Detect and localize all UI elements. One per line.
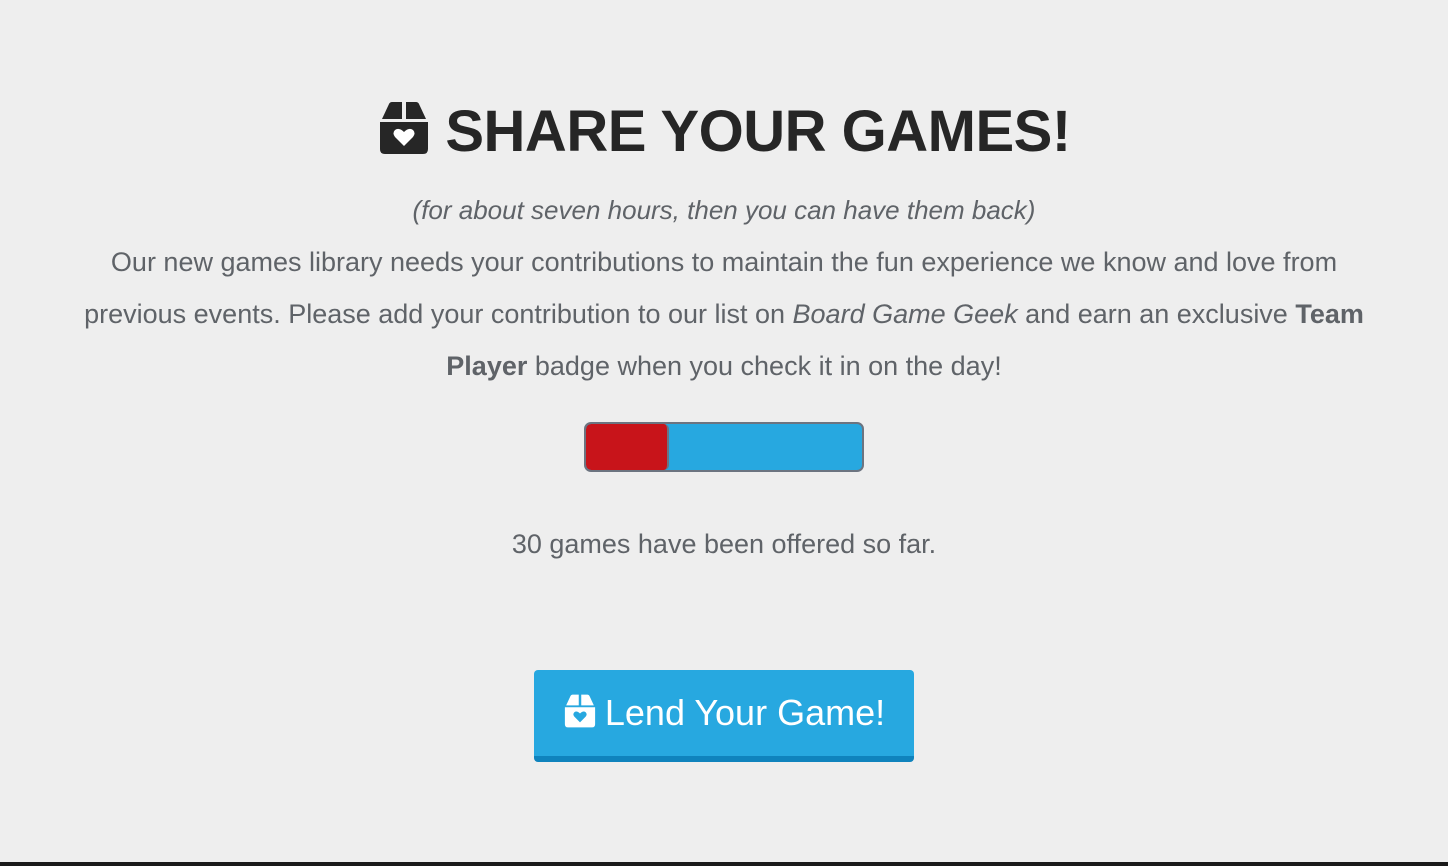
games-offered-count: 30 games have been offered so far.	[511, 529, 937, 559]
box-heart-icon	[380, 102, 429, 154]
board-game-geek-reference: Board Game Geek	[792, 299, 1018, 329]
description-text-2: and earn an exclusive	[1017, 299, 1296, 329]
description-text-3: badge when you check it in on the day!	[527, 351, 1002, 381]
box-heart-icon	[564, 694, 596, 728]
description-paragraph: Our new games library needs your contrib…	[60, 236, 1388, 392]
lend-your-game-button[interactable]: Lend Your Game!	[534, 670, 914, 762]
lend-your-game-label: Lend Your Game!	[604, 692, 886, 733]
games-progress-bar	[584, 422, 864, 472]
page: SHARE YOUR GAMES! (for about seven hours…	[0, 0, 1448, 866]
progress-bar-fill	[586, 424, 669, 470]
bottom-border	[0, 862, 1448, 866]
page-title: SHARE YOUR GAMES!	[0, 96, 1448, 168]
page-subtitle: (for about seven hours, then you can hav…	[412, 195, 1036, 225]
page-title-text: SHARE YOUR GAMES!	[445, 99, 1071, 164]
